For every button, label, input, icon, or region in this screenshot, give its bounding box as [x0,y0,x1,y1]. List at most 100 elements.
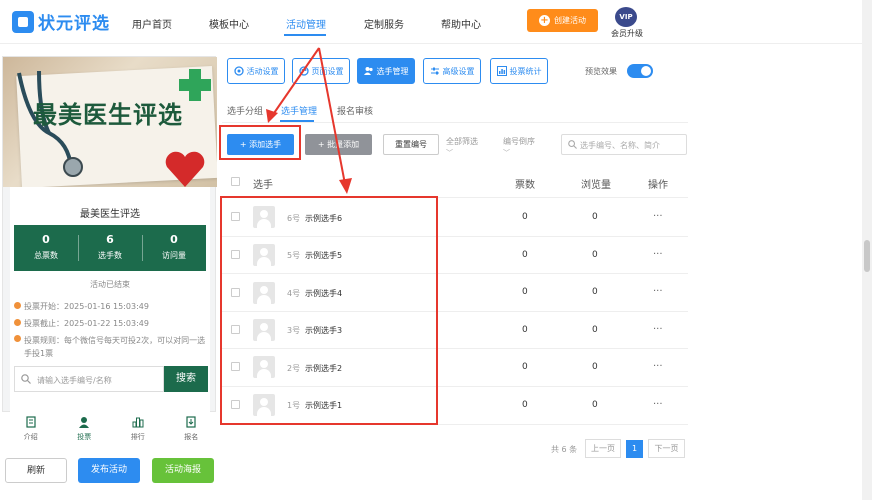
row-more-button[interactable]: ··· [653,249,663,260]
document-icon [26,416,36,428]
publish-activity-button[interactable]: 发布活动 [78,458,140,483]
signup-icon [186,416,196,428]
activity-card: 最美医生评选 0 总票数 6 选手数 0 访问量 活动已结束 投票开始：2025… [10,187,210,413]
row-views: 0 [592,287,598,297]
nav-activity-management[interactable]: 活动管理 [286,16,326,31]
tab-signup-review[interactable]: 报名审核 [337,104,373,117]
contestant-search-placeholder: 选手编号、名称、简介 [580,141,660,150]
select-all-checkbox[interactable] [231,177,240,186]
toolbar-label: 投票统计 [509,66,542,76]
stat-label: 选手数 [98,251,122,260]
pagination-total: 共 6 条 [551,445,578,454]
contestant-search-input[interactable]: 选手编号、名称、简介 [561,134,687,155]
scroll-thumb[interactable] [864,240,870,272]
chevron-down-icon: ﹀ [446,149,453,157]
bottom-nav-label: 介绍 [23,433,38,441]
row-more-button[interactable]: ··· [653,286,663,297]
preview-search-button[interactable]: 搜索 [164,366,208,392]
activity-banner: 最美医生评选 [3,57,217,187]
info-text: 投票开始：2025-01-16 15:03:49 [24,302,149,311]
card-title: 最美医生评选 [80,209,140,220]
clock-icon [14,319,21,326]
plus-icon: + [539,15,550,26]
page-scrollbar[interactable] [862,0,872,500]
batch-add-button[interactable]: + 批量添加 [305,134,372,155]
info-text: 投票截止：2025-01-22 15:03:49 [24,319,149,328]
tab-contestant-management[interactable]: 选手管理 [281,104,317,117]
row-more-button[interactable]: ··· [653,399,663,410]
toolbar-label: 高级设置 [442,66,475,76]
search-icon [568,140,577,149]
users-icon [363,67,373,75]
nav-templates[interactable]: 模板中心 [209,16,249,31]
palette-icon [298,66,309,76]
activity-settings-button[interactable]: 活动设置 [227,58,285,84]
row-more-button[interactable]: ··· [653,324,663,335]
stat-visits: 0 访问量 [142,225,206,271]
toolbar-label: 活动设置 [246,66,279,76]
toolbar-label: 页面设置 [311,66,344,76]
heart-icon [165,151,205,187]
info-vote-end: 投票截止：2025-01-22 15:03:49 [14,318,149,329]
bar-chart-icon [496,66,507,76]
row-votes: 0 [522,362,528,372]
annotation-highlight-list [220,196,438,425]
preview-search-input[interactable]: 请输入选手编号/名称 [14,366,164,392]
refresh-button[interactable]: 刷新 [5,458,67,483]
row-views: 0 [592,400,598,410]
row-votes: 0 [522,287,528,297]
nav-help[interactable]: 帮助中心 [441,16,481,31]
row-views: 0 [592,212,598,222]
stat-label: 访问量 [162,251,186,260]
info-vote-rules: 投票规则：每个微信号每天可投2次，可以对同一选手投1票 [14,334,206,360]
mobile-preview: 最美医生评选 最美医生评选 0 总票数 6 选手数 0 访问量 活动已结束 投票… [2,56,217,413]
stat-contestants: 6 选手数 [78,225,142,271]
activity-poster-button[interactable]: 活动海报 [152,458,214,483]
row-votes: 0 [522,400,528,410]
sort-dropdown[interactable]: 编号倒序 ﹀ [503,136,535,158]
row-views: 0 [592,362,598,372]
stats-panel: 0 总票数 6 选手数 0 访问量 [14,225,206,271]
prev-page-button[interactable]: 上一页 [585,439,621,458]
chevron-down-icon: ﹀ [503,149,510,157]
page-settings-button[interactable]: 页面设置 [292,58,350,84]
filter-label: 全部筛选 [446,137,478,146]
preview-bottom-nav: 介绍 投票 排行 报名 [4,414,218,444]
advanced-settings-button[interactable]: 高级设置 [423,58,481,84]
brand-name: 状元评选 [38,14,110,34]
logo[interactable]: 状元评选 [12,9,110,34]
sliders-icon [430,67,439,75]
activity-status: 活动已结束 [90,280,130,289]
medical-cross-icon [179,69,211,101]
vip-upgrade-label[interactable]: 会员升级 [611,28,643,39]
vote-statistics-button[interactable]: 投票统计 [490,58,548,84]
bottom-nav-ranking[interactable]: 排行 [111,414,165,444]
info-vote-start: 投票开始：2025-01-16 15:03:49 [14,301,149,312]
info-icon [14,335,21,342]
stat-value: 6 [106,233,114,246]
row-more-button[interactable]: ··· [653,211,663,222]
next-page-button[interactable]: 下一页 [648,439,685,458]
row-more-button[interactable]: ··· [653,361,663,372]
create-activity-button[interactable]: + 创建活动 [527,9,598,32]
row-votes: 0 [522,250,528,260]
toolbar-label: 选手管理 [376,66,409,76]
reset-number-button[interactable]: 重置编号 [383,134,439,155]
filter-dropdown[interactable]: 全部筛选 ﹀ [446,136,478,158]
nav-home[interactable]: 用户首页 [132,16,172,31]
preview-effect-toggle[interactable] [627,64,653,78]
tab-contestant-groups[interactable]: 选手分组 [227,104,263,117]
bottom-nav-vote[interactable]: 投票 [58,414,112,444]
bottom-nav-label: 投票 [77,433,92,441]
bottom-nav-signup[interactable]: 报名 [165,414,219,444]
stat-value: 0 [170,233,178,246]
row-votes: 0 [522,325,528,335]
sort-label: 编号倒序 [503,137,535,146]
current-page-button[interactable]: 1 [626,440,643,458]
row-views: 0 [592,250,598,260]
nav-custom-service[interactable]: 定制服务 [364,16,404,31]
bottom-nav-intro[interactable]: 介绍 [4,414,58,444]
tabs-divider [222,122,688,123]
contestant-management-button[interactable]: 选手管理 [357,58,415,84]
vip-icon[interactable]: VIP [615,7,637,27]
